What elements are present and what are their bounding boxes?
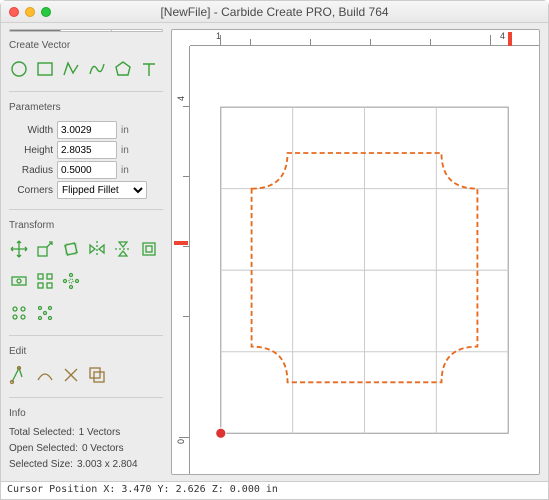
info-total-selected-label: Total Selected: — [9, 425, 75, 441]
mirror-v-icon[interactable] — [113, 239, 133, 259]
height-unit: in — [121, 145, 129, 156]
section-info: Info — [9, 408, 163, 419]
section-edit: Edit — [9, 346, 163, 357]
tab-model[interactable]: Model — [60, 30, 111, 32]
create-vector-tools — [9, 57, 163, 83]
parameters-panel: Width in Height in Radius in Corners — [9, 119, 163, 201]
edit-tools — [9, 363, 163, 389]
circle-tool-icon[interactable] — [9, 59, 29, 79]
main-tabs: Design Model Toolpaths — [9, 29, 163, 32]
sidebar: Design Model Toolpaths Create Vector Par… — [1, 23, 171, 481]
ruler-v-label: 0 — [176, 439, 186, 444]
array-grid-icon[interactable] — [35, 271, 55, 291]
divider — [9, 397, 163, 398]
group-icon[interactable] — [9, 303, 29, 323]
scale-tool-icon[interactable] — [35, 239, 55, 259]
info-selected-size-label: Selected Size: — [9, 457, 73, 473]
width-unit: in — [121, 125, 129, 136]
canvas-area: 1 4 4 0 — [171, 29, 540, 475]
node-edit-icon[interactable] — [9, 365, 29, 385]
ruler-vertical[interactable]: 4 0 — [172, 46, 190, 474]
info-selected-size-value: 3.003 x 2.804 — [77, 457, 138, 473]
app-window: [NewFile] - Carbide Create PRO, Build 76… — [1, 1, 548, 499]
ruler-v-label: 4 — [176, 96, 186, 101]
align-tool-icon[interactable] — [9, 271, 29, 291]
rotate-tool-icon[interactable] — [61, 239, 81, 259]
cut-tool-icon[interactable] — [61, 365, 81, 385]
mirror-h-icon[interactable] — [87, 239, 107, 259]
transform-tools-row3 — [9, 301, 163, 327]
radius-unit: in — [121, 165, 129, 176]
ruler-h-marker — [508, 32, 512, 46]
info-open-selected-value: 0 Vectors — [82, 441, 124, 457]
tab-design[interactable]: Design — [10, 30, 60, 32]
cursor-position-text: Cursor Position X: 3.470 Y: 2.626 Z: 0.0… — [7, 484, 278, 495]
polygon-tool-icon[interactable] — [113, 59, 133, 79]
info-open-selected-label: Open Selected: — [9, 441, 78, 457]
drawing-canvas[interactable] — [190, 46, 539, 474]
tab-toolpaths[interactable]: Toolpaths — [111, 30, 162, 32]
divider — [9, 209, 163, 210]
boolean-tool-icon[interactable] — [87, 365, 107, 385]
app-body: Design Model Toolpaths Create Vector Par… — [1, 23, 548, 481]
origin-marker[interactable] — [216, 428, 226, 438]
title-bar: [NewFile] - Carbide Create PRO, Build 76… — [1, 1, 548, 23]
height-input[interactable] — [57, 141, 117, 159]
move-tool-icon[interactable] — [9, 239, 29, 259]
divider — [9, 335, 163, 336]
width-input[interactable] — [57, 121, 117, 139]
info-total-selected-value: 1 Vectors — [79, 425, 121, 441]
param-height: Height in — [9, 141, 163, 159]
height-label: Height — [9, 145, 53, 156]
ruler-v-marker — [174, 241, 188, 245]
info-panel: Total Selected:1 Vectors Open Selected:0… — [9, 425, 163, 473]
section-transform: Transform — [9, 220, 163, 231]
param-width: Width in — [9, 121, 163, 139]
divider — [9, 91, 163, 92]
transform-tools-row2 — [9, 269, 163, 295]
ruler-horizontal[interactable]: 1 4 — [190, 30, 539, 46]
param-radius: Radius in — [9, 161, 163, 179]
section-create-vector: Create Vector — [9, 40, 163, 51]
rectangle-tool-icon[interactable] — [35, 59, 55, 79]
corners-label: Corners — [9, 185, 53, 196]
trim-tool-icon[interactable] — [35, 365, 55, 385]
grid — [221, 107, 508, 433]
param-corners: Corners Flipped Fillet — [9, 181, 163, 199]
ungroup-icon[interactable] — [35, 303, 55, 323]
text-tool-icon[interactable] — [139, 59, 159, 79]
polyline-tool-icon[interactable] — [61, 59, 81, 79]
radius-input[interactable] — [57, 161, 117, 179]
transform-tools-row1 — [9, 237, 163, 263]
section-parameters: Parameters — [9, 102, 163, 113]
width-label: Width — [9, 125, 53, 136]
radius-label: Radius — [9, 165, 53, 176]
ruler-h-label: 4 — [500, 31, 505, 41]
corners-select[interactable]: Flipped Fillet — [57, 181, 147, 199]
curve-tool-icon[interactable] — [87, 59, 107, 79]
offset-tool-icon[interactable] — [139, 239, 159, 259]
window-title: [NewFile] - Carbide Create PRO, Build 76… — [1, 5, 548, 19]
array-circular-icon[interactable] — [61, 271, 81, 291]
status-bar: Cursor Position X: 3.470 Y: 2.626 Z: 0.0… — [1, 481, 548, 499]
